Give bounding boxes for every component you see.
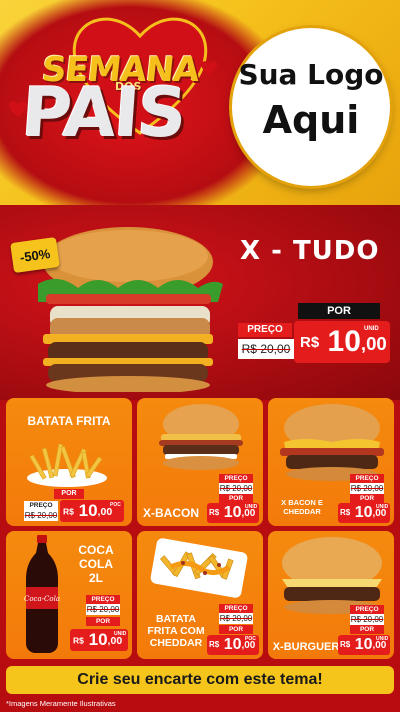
preco-label: PREÇO	[86, 595, 120, 604]
cta-banner[interactable]: Crie seu encarte com este tema!	[6, 666, 394, 694]
product-name: X-BURGUER	[272, 641, 340, 653]
por-label: POR	[298, 303, 380, 319]
por-label: POR	[219, 625, 253, 634]
coca-cola-bottle-image: Coca-Cola	[24, 535, 60, 653]
disclaimer-text: *Imagens Meramente Ilustrativas	[6, 699, 116, 708]
old-price: R$ 20,00	[24, 510, 58, 521]
old-price: R$ 20,00	[350, 483, 384, 494]
unit-label: UNID	[376, 504, 389, 510]
burger-x-tudo-image	[38, 227, 223, 392]
old-price: R$ 20,00	[350, 614, 384, 625]
coca-cola-logo-icon: Coca-Cola	[24, 595, 60, 603]
product-card-x-bacon[interactable]: X-BACON PREÇO R$ 20,00 POR R$ 10,00 UNID	[137, 398, 263, 526]
por-label: POR	[350, 494, 384, 503]
product-card-x-burguer[interactable]: X-BURGUER PREÇO R$ 20,00 POR R$ 10,00 UN…	[268, 531, 394, 659]
old-price: R$ 20,00	[219, 483, 253, 494]
product-name: X-BACON	[143, 506, 199, 520]
logo-placeholder[interactable]: Sua Logo Aqui	[232, 28, 390, 186]
preco-label: PREÇO	[219, 604, 253, 613]
old-price: R$ 20,00	[86, 604, 120, 615]
product-card-coca-cola[interactable]: Coca-Cola COCA COLA 2L PREÇO R$ 20,00 POR …	[6, 531, 132, 659]
x-bacon-cheddar-image	[280, 404, 384, 481]
preco-label: PREÇO	[238, 323, 292, 337]
old-price: R$ 20,00	[219, 613, 253, 624]
preco-label: PREÇO	[350, 474, 384, 483]
product-card-batata-cheddar[interactable]: BATATA FRITA COM CHEDDAR PREÇO R$ 20,00 PO…	[137, 531, 263, 659]
unit-label: UNID	[364, 326, 379, 332]
por-label: POR	[54, 489, 84, 499]
preco-label: PREÇO	[350, 605, 384, 614]
featured-product-name: X - TUDO	[240, 236, 380, 266]
por-label: POR	[86, 617, 120, 626]
unit-label: UNID	[245, 504, 258, 510]
x-burguer-image	[282, 537, 382, 614]
unit-label: UNID	[376, 636, 389, 642]
product-card-batata-frita[interactable]: BATATA FRITA POR PREÇO R$ 20,00 R$ 10,00…	[6, 398, 132, 526]
por-label: POR	[350, 625, 384, 634]
x-bacon-image	[159, 404, 243, 470]
product-name: BATATA FRITA COM CHEDDAR	[147, 613, 205, 649]
small-heart-icon	[200, 61, 218, 76]
batata-frita-image	[27, 443, 107, 487]
header-banner: SEMANA DOS PAIS Sua Logo Aqui	[0, 0, 400, 205]
unit-label: POC	[245, 636, 256, 642]
logo-text-line1: Sua Logo	[238, 58, 384, 91]
batata-cheddar-image	[150, 538, 248, 598]
preco-label: PREÇO	[24, 501, 58, 510]
old-price: R$ 20,00	[238, 339, 294, 359]
product-name: X BACON E CHEDDAR	[281, 498, 323, 516]
preco-label: PREÇO	[219, 474, 253, 483]
logo-text-line2: Aqui	[262, 98, 360, 142]
product-name: COCA COLA 2L	[78, 543, 114, 585]
discount-badge: -50%	[10, 236, 60, 274]
product-name: BATATA FRITA	[27, 414, 111, 428]
flyer: { "header": { "title_line1": "SEMANA", "…	[0, 0, 400, 712]
title-pais: PAIS	[19, 74, 188, 153]
unit-label: POC	[110, 502, 121, 508]
unit-label: UNID	[114, 631, 127, 637]
product-card-x-bacon-cheddar[interactable]: X BACON E CHEDDAR PREÇO R$ 20,00 POR R$ 1…	[268, 398, 394, 526]
por-label: POR	[219, 494, 253, 503]
